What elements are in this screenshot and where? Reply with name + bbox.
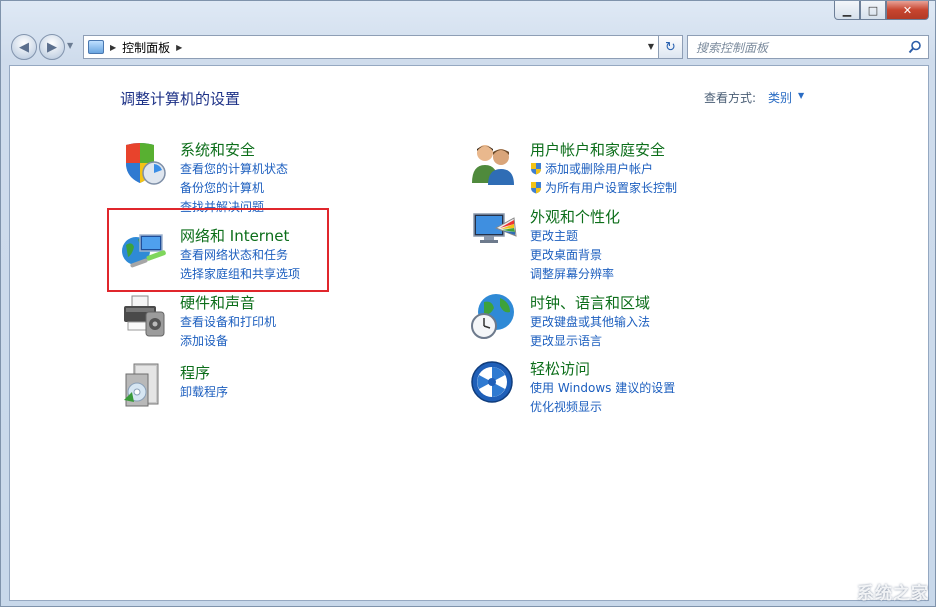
monitor-palette-icon[interactable]	[470, 206, 518, 254]
category-ease-of-access: 轻松访问 使用 Windows 建议的设置 优化视频显示	[470, 358, 770, 418]
address-bar[interactable]: ▶ 控制面板 ▶ ▼	[83, 35, 659, 59]
control-panel-window: ▁ □ ✕ ◀ ▶ ▼ ▶ 控制面板 ▶ ▼ ↻ 搜索控制面板 调整计算机的设置…	[0, 0, 936, 607]
link-backup-computer[interactable]: 备份您的计算机	[180, 179, 264, 196]
view-by-chevron-icon[interactable]: ▼	[798, 91, 804, 100]
link-screen-resolution[interactable]: 调整屏幕分辨率	[530, 265, 614, 282]
forward-arrow-icon: ▶	[47, 39, 57, 55]
highlight-box	[107, 208, 329, 292]
back-button[interactable]: ◀	[11, 34, 37, 60]
search-placeholder: 搜索控制面板	[696, 40, 769, 55]
link-add-device[interactable]: 添加设备	[180, 332, 228, 349]
category-title[interactable]: 硬件和声音	[180, 292, 255, 313]
recent-pages-dropdown[interactable]: ▼	[67, 41, 73, 50]
link-change-keyboard[interactable]: 更改键盘或其他输入法	[530, 313, 650, 330]
watermark: 系统之家	[857, 584, 929, 604]
link-windows-recommended[interactable]: 使用 Windows 建议的设置	[530, 379, 675, 396]
category-title[interactable]: 时钟、语言和区域	[530, 292, 650, 313]
users-icon[interactable]	[470, 139, 518, 187]
close-button[interactable]: ✕	[886, 1, 929, 20]
view-by-dropdown[interactable]: 类别	[768, 89, 792, 106]
refresh-icon: ↻	[665, 39, 676, 55]
category-hardware-sound: 硬件和声音 查看设备和打印机 添加设备	[120, 292, 420, 352]
category-appearance: 外观和个性化 更改主题 更改桌面背景 调整屏幕分辨率	[470, 206, 770, 281]
content-area: 调整计算机的设置 查看方式: 类别 ▼ 系统和安全 查看您的计算机状态 备份您的…	[9, 65, 929, 601]
maximize-button[interactable]: □	[860, 1, 886, 20]
back-arrow-icon: ◀	[19, 39, 29, 55]
link-label: 添加或删除用户帐户	[545, 162, 654, 176]
printer-hardware-icon[interactable]	[120, 292, 168, 340]
shield-security-icon[interactable]	[120, 139, 168, 187]
link-add-remove-accounts[interactable]: 添加或删除用户帐户	[530, 160, 653, 177]
breadcrumb-chevron-icon[interactable]: ▶	[176, 43, 182, 52]
search-icon[interactable]	[908, 40, 922, 54]
breadcrumb-chevron-icon[interactable]: ▶	[110, 43, 116, 52]
navigation-toolbar: ◀ ▶ ▼ ▶ 控制面板 ▶ ▼ ↻ 搜索控制面板	[9, 33, 929, 60]
category-title[interactable]: 系统和安全	[180, 139, 255, 160]
control-panel-icon	[88, 40, 104, 54]
category-title[interactable]: 轻松访问	[530, 358, 590, 379]
caption-buttons: ▁ □ ✕	[834, 1, 929, 21]
category-title[interactable]: 用户帐户和家庭安全	[530, 139, 665, 160]
category-programs: 程序 卸载程序	[120, 362, 420, 412]
link-devices-printers[interactable]: 查看设备和打印机	[180, 313, 276, 330]
link-parental-controls[interactable]: 为所有用户设置家长控制	[530, 179, 677, 196]
programs-icon[interactable]	[120, 362, 168, 410]
minimize-button[interactable]: ▁	[834, 1, 860, 20]
link-view-computer-status[interactable]: 查看您的计算机状态	[180, 160, 288, 177]
forward-button[interactable]: ▶	[39, 34, 65, 60]
breadcrumb-control-panel[interactable]: 控制面板	[122, 39, 170, 56]
uac-shield-icon	[531, 182, 541, 194]
category-title[interactable]: 程序	[180, 362, 210, 383]
link-change-background[interactable]: 更改桌面背景	[530, 246, 602, 263]
page-title: 调整计算机的设置	[120, 90, 241, 108]
link-change-theme[interactable]: 更改主题	[530, 227, 578, 244]
link-uninstall-program[interactable]: 卸载程序	[180, 383, 228, 400]
category-title[interactable]: 外观和个性化	[530, 206, 620, 227]
category-system-security: 系统和安全 查看您的计算机状态 备份您的计算机 查找并解决问题	[120, 139, 420, 214]
search-input[interactable]: 搜索控制面板	[687, 35, 929, 59]
link-optimize-video[interactable]: 优化视频显示	[530, 398, 602, 415]
ease-of-access-icon[interactable]	[470, 358, 518, 406]
address-dropdown-icon[interactable]: ▼	[648, 42, 654, 51]
category-user-accounts: 用户帐户和家庭安全 添加或删除用户帐户 为所有用户设置家长控制	[470, 139, 770, 199]
link-change-display-language[interactable]: 更改显示语言	[530, 332, 602, 349]
refresh-button[interactable]: ↻	[659, 35, 683, 59]
link-label: 为所有用户设置家长控制	[545, 181, 678, 195]
category-clock-language-region: 时钟、语言和区域 更改键盘或其他输入法 更改显示语言	[470, 292, 770, 352]
globe-clock-icon[interactable]	[470, 292, 518, 340]
uac-shield-icon	[531, 163, 541, 175]
view-by-label: 查看方式:	[704, 91, 757, 105]
